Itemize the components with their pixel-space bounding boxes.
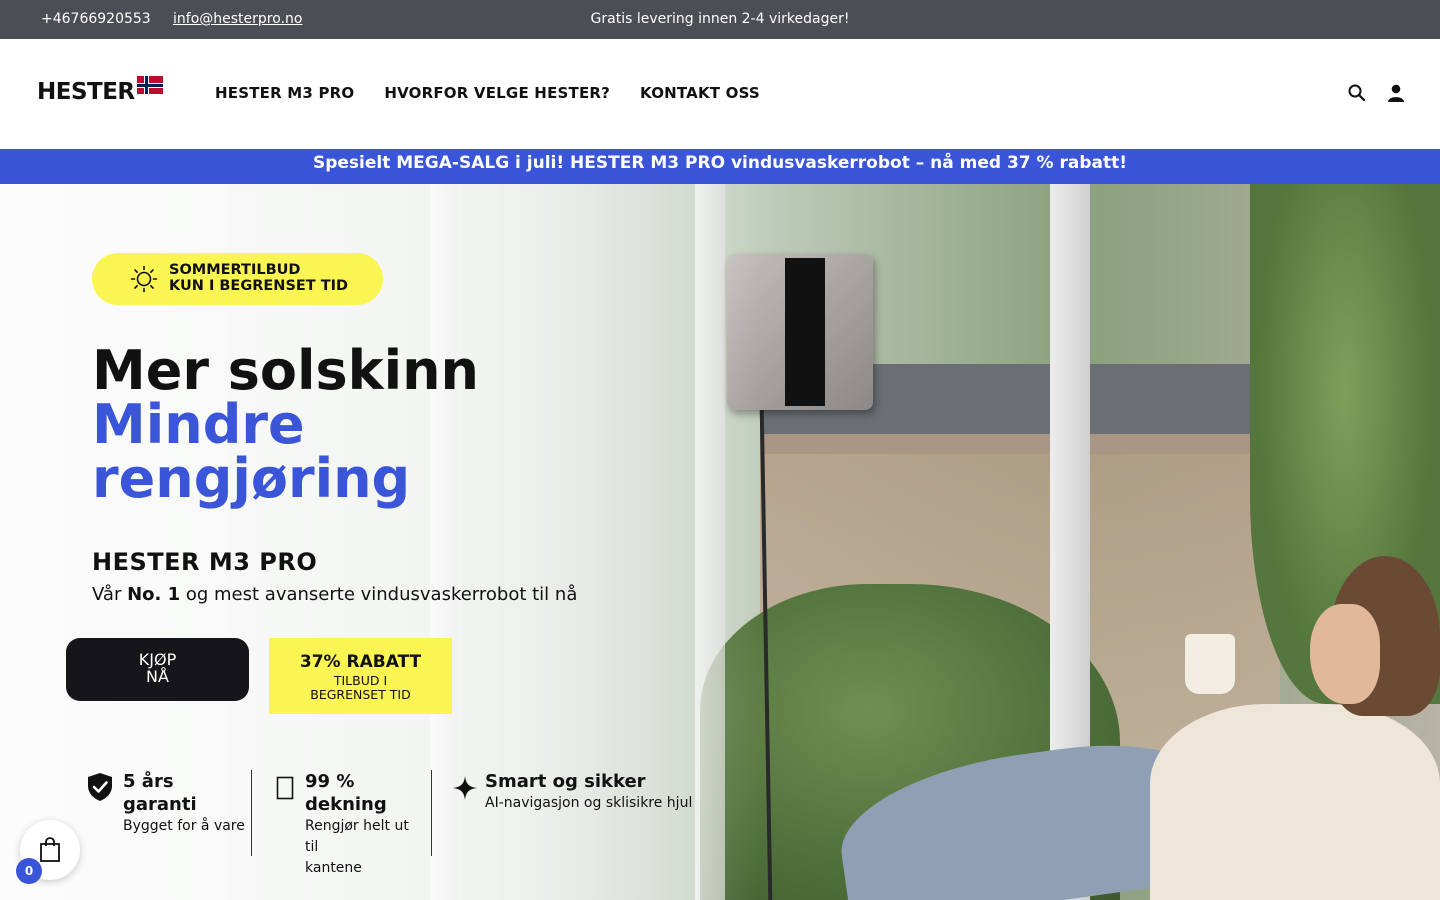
feature-title: Smart og sikker bbox=[485, 771, 646, 792]
sun-icon bbox=[130, 265, 158, 293]
headline-line-2: Mindre bbox=[92, 393, 305, 456]
summer-offer-badge: SOMMERTILBUD KUN I BEGRENSET TID bbox=[92, 253, 383, 305]
phone-number[interactable]: +46766920553 bbox=[41, 11, 151, 27]
buy-button-line-1: KJØP bbox=[138, 650, 177, 669]
discount-title: 37% RABATT bbox=[299, 652, 422, 672]
feature-divider bbox=[431, 770, 432, 856]
tagline-bold: No. 1 bbox=[127, 584, 181, 605]
feature-warranty: 5 års garanti Bygget for å vare bbox=[86, 770, 251, 837]
nav-item-hester-m3-pro[interactable]: HESTER M3 PRO bbox=[215, 84, 354, 102]
feature-subtitle-line-2: kantene bbox=[305, 860, 362, 876]
badge-line-2: KUN I BEGRENSET TID bbox=[169, 278, 349, 294]
discount-line-1: TILBUD I bbox=[333, 673, 388, 688]
buy-button-line-2: NÅ bbox=[146, 667, 169, 686]
shopping-bag-icon bbox=[40, 837, 60, 862]
feature-subtitle: Bygget for å vare bbox=[123, 818, 245, 834]
sale-announcement-bar[interactable]: Spesielt MEGA-SALG i juli! HESTER M3 PRO… bbox=[0, 149, 1440, 184]
feature-title-line-2: garanti bbox=[123, 794, 197, 815]
woman-relaxing-image bbox=[831, 556, 1440, 900]
coverage-icon bbox=[276, 776, 294, 800]
feature-title-line-2: dekning bbox=[305, 794, 387, 815]
logo-text: HESTER bbox=[37, 79, 135, 105]
feature-smart: Smart og sikker AI-navigasjon og sklisik… bbox=[452, 770, 712, 814]
feature-coverage: 99 % dekning Rengjør helt ut til kantene bbox=[276, 770, 426, 879]
shield-check-icon bbox=[88, 773, 112, 801]
sparkle-icon bbox=[453, 776, 477, 800]
feature-subtitle: AI-navigasjon og sklisikre hjul bbox=[485, 795, 693, 811]
feature-divider bbox=[251, 770, 252, 856]
product-tagline: Vår No. 1 og mest avanserte vindusvasker… bbox=[92, 584, 577, 605]
hester-logo[interactable]: HESTER bbox=[37, 76, 163, 109]
discount-badge[interactable]: 37% RABATT TILBUD I BEGRENSET TID bbox=[269, 638, 452, 714]
main-nav: HESTER M3 PRO HVORFOR VELGE HESTER? KONT… bbox=[215, 84, 760, 102]
tagline-post: og mest avanserte vindusvaskerrobot til … bbox=[180, 584, 578, 605]
buy-now-button[interactable]: KJØP NÅ bbox=[66, 638, 249, 701]
hero-section: SOMMERTILBUD KUN I BEGRENSET TID Mer sol… bbox=[0, 184, 1440, 900]
badge-line-1: SOMMERTILBUD bbox=[169, 262, 301, 278]
nav-item-why-hester[interactable]: HVORFOR VELGE HESTER? bbox=[384, 84, 610, 102]
site-header: HESTER HESTER M3 PRO HVORFOR VELGE HESTE… bbox=[0, 39, 1440, 149]
account-icon[interactable] bbox=[1386, 83, 1406, 103]
search-icon[interactable] bbox=[1347, 83, 1367, 103]
floating-cart-button[interactable]: 0 bbox=[16, 820, 80, 884]
headline-line-3: rengjøring bbox=[92, 447, 411, 510]
product-name: HESTER M3 PRO bbox=[92, 548, 318, 576]
feature-subtitle-line-1: Rengjør helt ut til bbox=[305, 818, 409, 855]
top-utility-bar: +46766920553 info@hesterpro.no Gratis le… bbox=[0, 0, 1440, 39]
hero-headline: Mer solskinn Mindre rengjøring bbox=[92, 344, 479, 506]
cart-count-badge: 0 bbox=[16, 858, 42, 884]
headline-line-1: Mer solskinn bbox=[92, 339, 479, 402]
norway-flag-icon bbox=[137, 76, 163, 94]
feature-title-line-1: 99 % bbox=[305, 771, 355, 792]
feature-title-line-1: 5 års bbox=[123, 771, 174, 792]
email-link[interactable]: info@hesterpro.no bbox=[173, 11, 302, 27]
tagline-pre: Vår bbox=[92, 584, 128, 605]
discount-line-2: BEGRENSET TID bbox=[310, 687, 411, 702]
nav-item-contact[interactable]: KONTAKT OSS bbox=[640, 84, 760, 102]
